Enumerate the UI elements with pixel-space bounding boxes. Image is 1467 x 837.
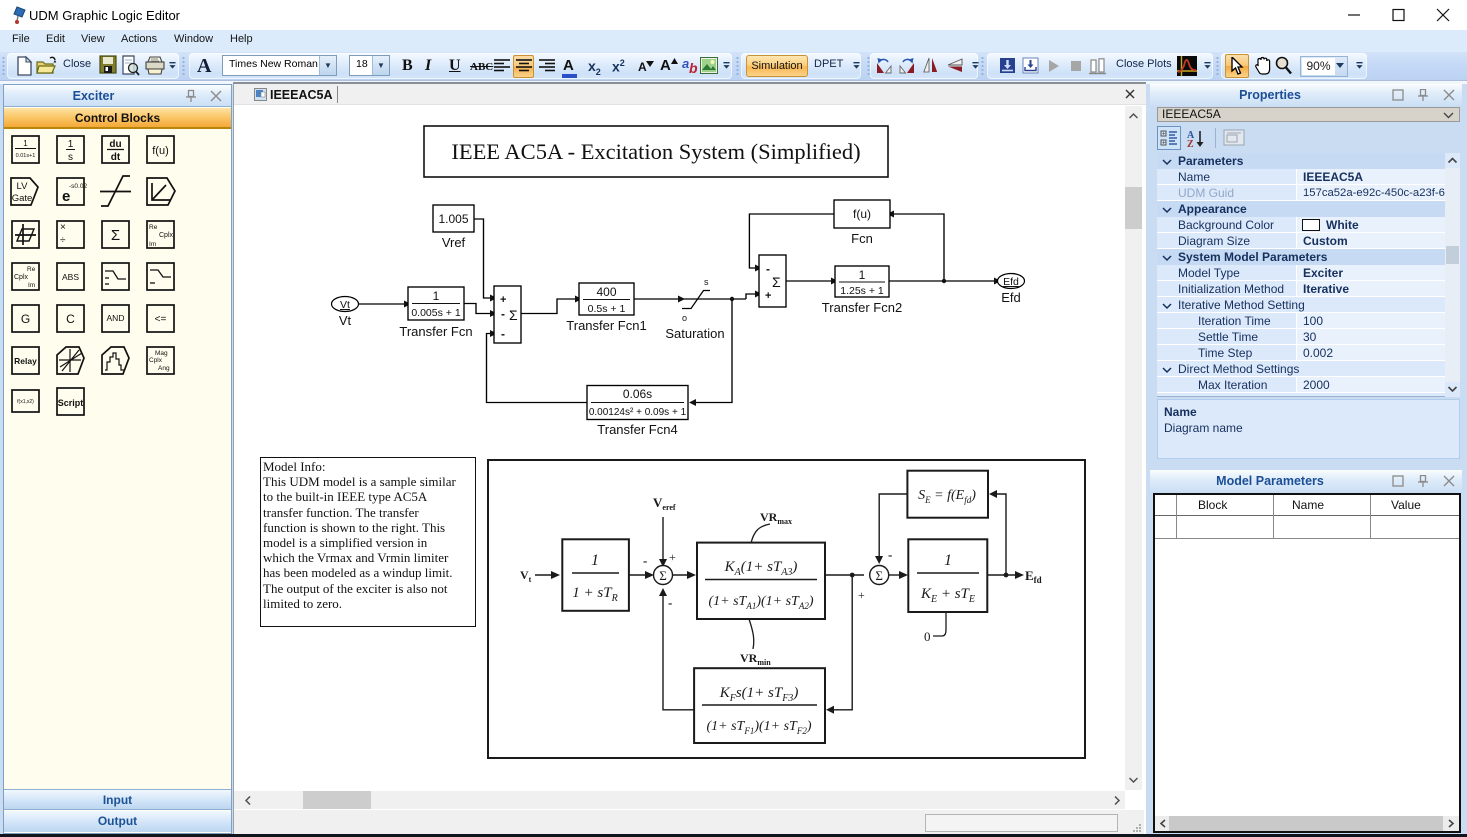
svg-text:Im: Im [149, 241, 156, 248]
svg-text:1: 1 [859, 268, 866, 282]
svg-text:0: 0 [924, 629, 931, 644]
svg-text:0.005s + 1: 0.005s + 1 [411, 307, 460, 319]
svg-text:Efd: Efd [1003, 276, 1019, 288]
svg-text:s: s [68, 152, 73, 163]
svg-text:Re: Re [27, 266, 36, 273]
svg-text:Script: Script [58, 398, 84, 408]
svg-text:Cplx: Cplx [149, 357, 163, 364]
svg-text:+: + [765, 290, 771, 302]
svg-text:LV: LV [17, 181, 29, 192]
svg-text:G: G [21, 312, 30, 326]
svg-text:Transfer Fcn4: Transfer Fcn4 [597, 422, 677, 437]
svg-text:Vt: Vt [340, 299, 350, 311]
svg-text:Transfer Fcn2: Transfer Fcn2 [822, 300, 902, 315]
svg-text:+: + [500, 294, 506, 306]
svg-text:×: × [60, 222, 66, 233]
svg-text:Transfer Fcn: Transfer Fcn [399, 324, 472, 339]
svg-text:400: 400 [596, 285, 616, 299]
svg-text:0.00124s² + 0.09s + 1: 0.00124s² + 0.09s + 1 [589, 407, 687, 418]
svg-text:dt: dt [111, 152, 121, 163]
svg-text:0.06s: 0.06s [623, 387, 652, 401]
svg-text:+: + [1162, 141, 1166, 147]
svg-text:Σ: Σ [875, 568, 883, 583]
svg-text:1: 1 [433, 289, 440, 303]
svg-text:Cplx: Cplx [159, 232, 174, 239]
svg-text:IEEE AC5A - Excitation System: IEEE AC5A - Excitation System (Simplifie… [451, 139, 860, 164]
svg-text:(1+ sTF1)(1+ sTF2): (1+ sTF1)(1+ sTF2) [706, 719, 811, 736]
svg-text:Transfer Fcn1: Transfer Fcn1 [566, 318, 646, 333]
svg-text:1: 1 [944, 552, 952, 569]
svg-text:Gate: Gate [12, 193, 33, 204]
svg-text:-: - [888, 547, 892, 562]
svg-text:+: + [1162, 132, 1166, 138]
svg-text:1.25s + 1: 1.25s + 1 [840, 285, 884, 297]
svg-text:Im: Im [28, 282, 35, 289]
svg-text:C: C [66, 312, 75, 326]
svg-text:o: o [682, 313, 687, 323]
svg-text:-: - [643, 553, 647, 568]
svg-text:AND: AND [107, 313, 125, 323]
svg-text:0.5s + 1: 0.5s + 1 [588, 303, 626, 315]
svg-text:f(u): f(u) [853, 207, 871, 221]
svg-text:Saturation: Saturation [665, 326, 724, 341]
svg-text:+: + [669, 550, 676, 564]
svg-text:Σ: Σ [111, 227, 120, 244]
svg-text:Σ: Σ [772, 274, 781, 290]
svg-text:Mag: Mag [155, 350, 168, 357]
svg-text:-: - [766, 262, 770, 276]
svg-text:-: - [668, 595, 672, 610]
svg-text:-: - [501, 327, 505, 341]
svg-text:du: du [109, 139, 121, 150]
svg-text:Efd: Efd [1001, 290, 1021, 305]
svg-text:Re: Re [149, 224, 158, 231]
svg-text:1: 1 [591, 552, 599, 569]
svg-text:Σ: Σ [509, 307, 518, 323]
svg-text:-: - [501, 307, 505, 321]
svg-text:1: 1 [23, 139, 28, 148]
svg-text:f(u): f(u) [152, 145, 169, 157]
svg-text:Fcn: Fcn [851, 231, 873, 246]
svg-text:Relay: Relay [14, 356, 37, 366]
svg-text:(1+ sTA1)(1+ sTA2): (1+ sTA1)(1+ sTA2) [708, 594, 813, 611]
svg-text:e: e [62, 188, 70, 205]
svg-text:<=: <= [155, 314, 167, 325]
svg-text:+: + [858, 588, 865, 602]
svg-text:Ang: Ang [158, 365, 170, 372]
svg-text:÷: ÷ [60, 235, 66, 246]
svg-text:-s0.02: -s0.02 [69, 183, 87, 190]
svg-text:Vt: Vt [339, 313, 352, 328]
svg-text:0.01s+1: 0.01s+1 [16, 153, 36, 159]
svg-text:Vref: Vref [442, 235, 466, 250]
svg-text:ABS: ABS [62, 272, 79, 282]
svg-text:1: 1 [68, 139, 74, 150]
svg-text:s: s [704, 277, 709, 287]
svg-text:Z: Z [1187, 139, 1194, 148]
svg-text:Σ: Σ [659, 568, 667, 583]
svg-text:f(x1,x2): f(x1,x2) [17, 399, 34, 405]
svg-text:Cplx: Cplx [14, 274, 29, 281]
svg-text:1.005: 1.005 [438, 212, 468, 226]
